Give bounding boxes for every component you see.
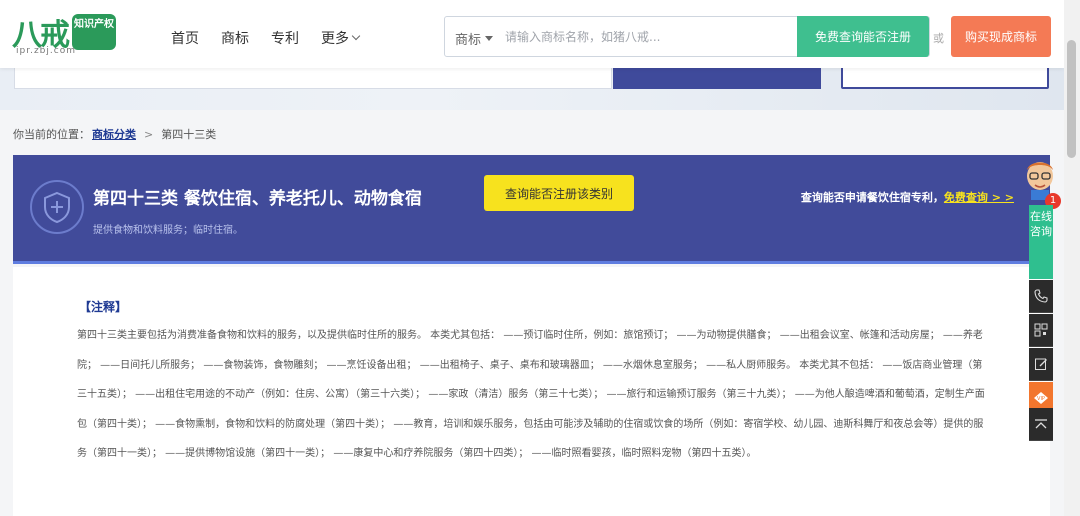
buy-trademark-button[interactable]: 购买现成商标	[951, 16, 1051, 57]
qrcode-icon[interactable]	[1029, 314, 1053, 347]
note-card: 【注释】 第四十三类主要包括为消费准备食物和饮料的服务，以及提供临时住所的服务。…	[13, 267, 1050, 516]
nav-home[interactable]: 首页	[171, 28, 199, 48]
page-scrollbar[interactable]	[1064, 0, 1080, 516]
nav-more-label: 更多	[321, 31, 349, 47]
or-text: 或	[933, 32, 944, 45]
site-header: 八戒 知识产权 ipr.zbj.com 首页 商标 专利 更多 商标 免费查询能…	[0, 0, 1064, 68]
note-title: 【注释】	[79, 300, 128, 314]
shield-icon	[30, 180, 84, 234]
edit-icon[interactable]	[1029, 348, 1053, 381]
logo-domain: ipr.zbj.com	[16, 46, 76, 56]
search-box: 商标 免费查询能否注册	[444, 16, 930, 57]
nav-more[interactable]: 更多	[321, 28, 361, 48]
breadcrumb-prefix: 你当前的位置：	[13, 128, 90, 141]
class-title: 第四十三类 餐饮住宿、养老托儿、动物食宿	[93, 189, 422, 209]
nav-trademark[interactable]: 商标	[221, 28, 249, 48]
scrollbar-thumb[interactable]	[1067, 40, 1076, 158]
breadcrumb: 你当前的位置： 商标分类 > 第四十三类	[13, 126, 216, 142]
main-nav: 首页 商标 专利 更多	[171, 28, 381, 48]
promo-text: 查询能否申请餐饮住宿专利，	[800, 191, 944, 204]
free-query-link[interactable]: 免费查询 > >	[944, 191, 1014, 204]
breadcrumb-current: 第四十三类	[161, 128, 217, 141]
check-class-button[interactable]: 查询能否注册该类别	[484, 175, 634, 211]
caret-down-icon	[485, 36, 494, 41]
breadcrumb-link-classification[interactable]: 商标分类	[92, 126, 136, 142]
breadcrumb-separator: >	[144, 127, 154, 141]
phone-icon[interactable]	[1029, 280, 1053, 313]
chevron-down-icon	[351, 31, 361, 41]
search-type-select[interactable]: 商标	[455, 29, 494, 48]
logo-badge: 知识产权	[72, 14, 116, 50]
free-query-button[interactable]: 免费查询能否注册	[797, 16, 929, 57]
search-input[interactable]	[505, 25, 795, 49]
patent-promo: 查询能否申请餐饮住宿专利，免费查询 > >	[801, 189, 1014, 205]
nav-patent[interactable]: 专利	[271, 28, 299, 48]
svg-text:VIP: VIP	[1037, 396, 1045, 402]
back-to-top-icon[interactable]	[1029, 408, 1053, 441]
note-body: 第四十三类主要包括为消费准备食物和饮料的服务，以及提供临时住所的服务。 本类尤其…	[77, 330, 985, 459]
online-consult-button[interactable]: 在线咨询	[1029, 205, 1053, 279]
search-type-label: 商标	[455, 33, 482, 48]
class-banner: 第四十三类 餐饮住宿、养老托儿、动物食宿 提供食物和饮料服务；临时住宿。 查询能…	[13, 155, 1050, 264]
class-subtitle: 提供食物和饮料服务；临时住宿。	[93, 225, 243, 236]
